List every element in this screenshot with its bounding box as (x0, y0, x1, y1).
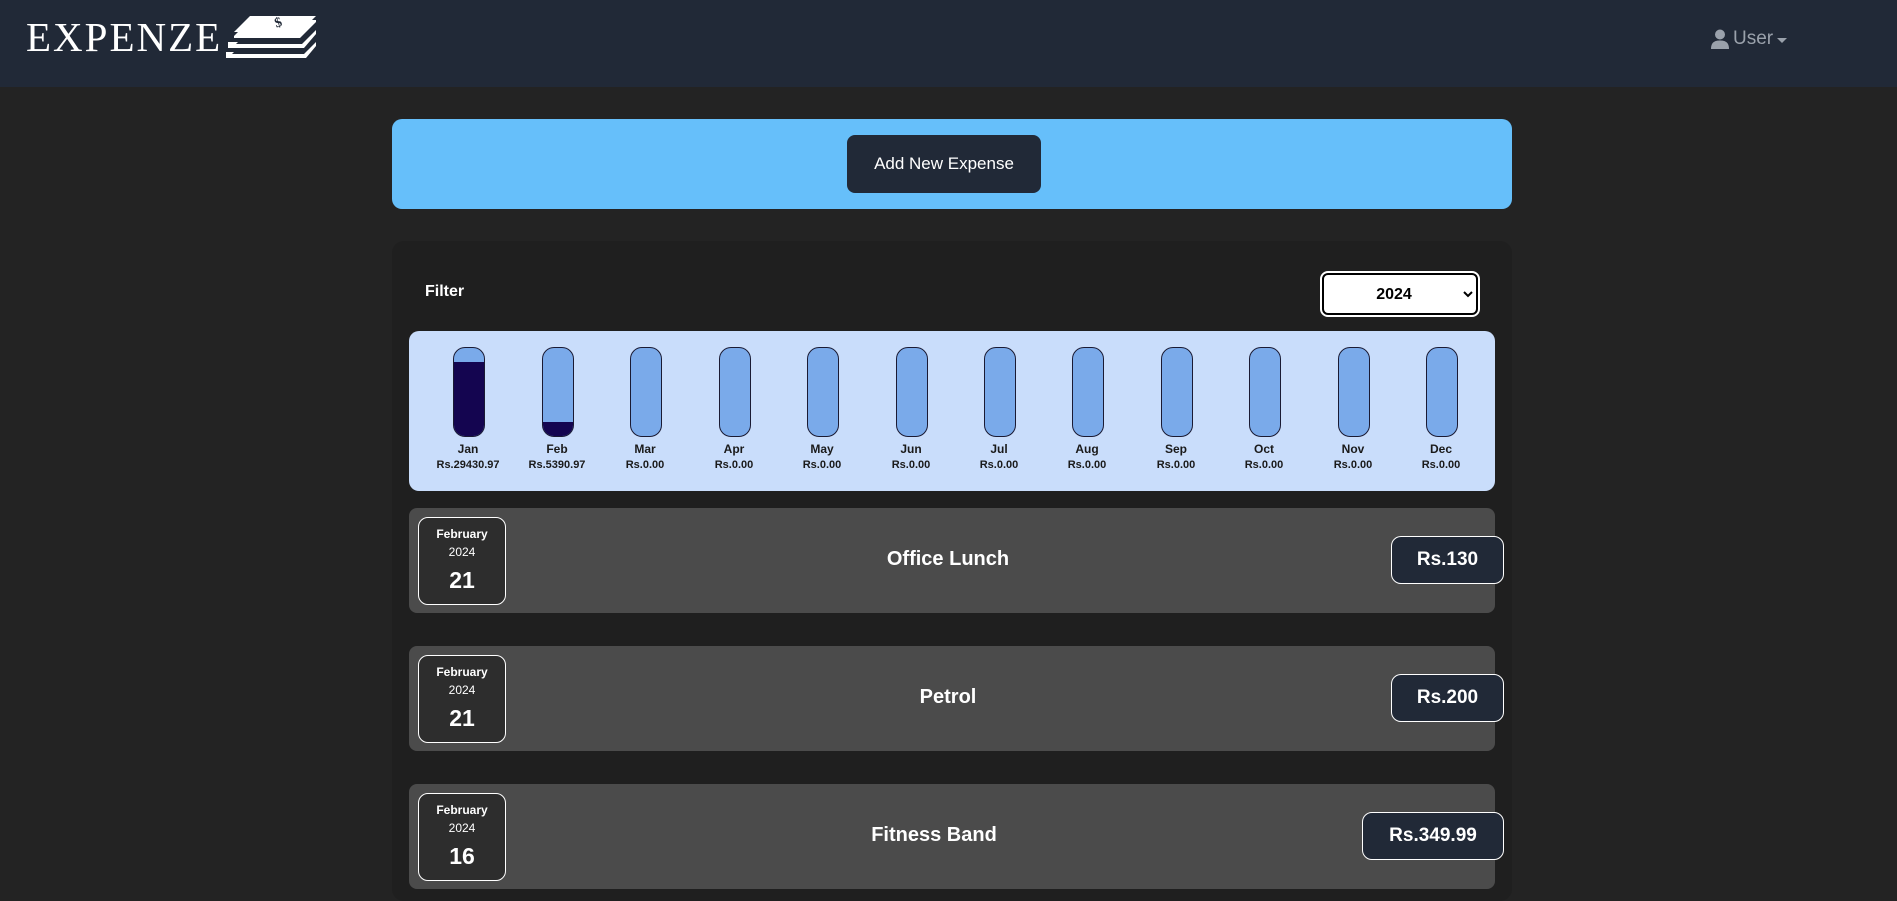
chart-bar-month-label: Oct (1253, 442, 1274, 456)
chart-bar-aug: Aug Rs.0.00 (1043, 331, 1131, 491)
chart-bar-track (453, 347, 485, 437)
expense-date-month: February (436, 527, 488, 541)
expense-date-day: 21 (449, 705, 475, 731)
chart-bar-dec: Dec Rs.0.00 (1397, 331, 1485, 491)
expense-item[interactable]: February 2024 16 Fitness Band Rs.349.99 (409, 784, 1504, 889)
caret-down-icon (1777, 37, 1788, 43)
chart-bar-jul: Jul Rs.0.00 (955, 331, 1043, 491)
chart-bar-month-label: May (810, 442, 834, 456)
filter-label: Filter (425, 283, 465, 300)
expense-title: Petrol (919, 686, 977, 708)
user-menu[interactable]: User (1711, 26, 1788, 52)
expense-date-day: 16 (449, 843, 475, 869)
chart-bar-month-label: Jun (900, 442, 922, 456)
chart-bar-track (984, 347, 1016, 437)
chart-bar-feb: Feb Rs.5390.97 (513, 331, 601, 491)
chart-bar-apr: Apr Rs.0.00 (690, 331, 778, 491)
chart-bar-oct: Oct Rs.0.00 (1220, 331, 1308, 491)
chart-bar-track (1161, 347, 1193, 437)
expense-date-year: 2024 (448, 545, 476, 559)
expense-date: February 2024 21 (418, 517, 506, 605)
chart-bar-track (1338, 347, 1370, 437)
expense-title: Office Lunch (886, 548, 1010, 570)
year-filter-select[interactable]: 2024 (1320, 271, 1480, 317)
brand-name: EXPENZE (26, 14, 223, 60)
expense-item[interactable]: February 2024 21 Petrol Rs.200 (409, 646, 1504, 751)
brand-logo[interactable]: EXPENZE $ (26, 14, 317, 60)
expense-date: February 2024 16 (418, 793, 506, 881)
chart-bar-track (719, 347, 751, 437)
chart-bar-track (896, 347, 928, 437)
expense-date-year: 2024 (448, 821, 476, 835)
chart-bar-track (1249, 347, 1281, 437)
add-new-expense-button[interactable]: Add New Expense (847, 135, 1041, 193)
chart-bar-jan: Jan Rs.29430.97 (424, 331, 512, 491)
user-label: User (1733, 28, 1774, 49)
navbar: EXPENZE $ User (0, 0, 1897, 87)
expense-item[interactable]: February 2024 21 Office Lunch Rs.130 (409, 508, 1504, 613)
user-icon (1711, 29, 1729, 49)
chart-bar-month-label: Feb (546, 442, 568, 456)
expense-date-month: February (436, 665, 488, 679)
chart-bar-may: May Rs.0.00 (778, 331, 866, 491)
chart-bar-jun: Jun Rs.0.00 (867, 331, 955, 491)
chart-bar-month-label: Aug (1075, 442, 1099, 456)
chart-bar-month-label: Sep (1164, 442, 1187, 456)
chart-bar-month-label: Nov (1341, 442, 1365, 456)
chart-bar-fill (454, 361, 484, 436)
chart-bar-track (630, 347, 662, 437)
chart-bar-month-label: Mar (634, 442, 656, 456)
expense-date-day: 21 (449, 567, 475, 593)
chart-bar-sep: Sep Rs.0.00 (1132, 331, 1220, 491)
expense-date: February 2024 21 (418, 655, 506, 743)
expense-date-year: 2024 (448, 683, 476, 697)
chart-bar-track (1426, 347, 1458, 437)
chart-bar-track (1072, 347, 1104, 437)
expenses-card: Filter 2024 Jan Rs.29430.97 Feb Rs.5390.97 M… (392, 241, 1512, 901)
monthly-expense-chart: Jan Rs.29430.97 Feb Rs.5390.97 Mar Rs.0.00 Apr… (409, 331, 1495, 491)
expense-amount: Rs.200 (1391, 674, 1504, 722)
chart-bar-nov: Nov Rs.0.00 (1309, 331, 1397, 491)
new-expense-panel: Add New Expense (392, 119, 1512, 209)
expense-date-month: February (436, 803, 488, 817)
chart-bar-mar: Mar Rs.0.00 (601, 331, 689, 491)
expense-amount: Rs.130 (1391, 536, 1504, 584)
chart-bar-track (807, 347, 839, 437)
chart-bar-month-label: Jan (457, 442, 479, 456)
money-stack-icon: $ (226, 15, 317, 58)
chart-bar-track (542, 347, 574, 437)
expense-title: Fitness Band (871, 824, 997, 846)
chart-bar-month-label: Jul (990, 442, 1008, 456)
chart-bar-amount-label: Rs.0.00 (1421, 459, 1461, 471)
chart-bar-fill (543, 422, 573, 436)
chart-bar-month-label: Dec (1429, 442, 1452, 456)
expense-amount: Rs.349.99 (1362, 812, 1504, 860)
chart-bar-month-label: Apr (723, 442, 745, 456)
